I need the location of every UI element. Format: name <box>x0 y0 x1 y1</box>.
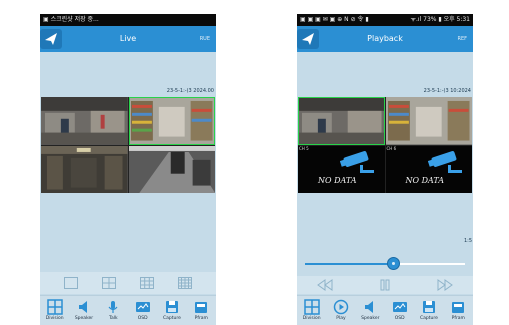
capture-button[interactable]: Capture <box>157 296 186 325</box>
camera-feed-1 <box>41 97 128 145</box>
app-header: Live RUE <box>40 26 216 52</box>
side-label: 1:5 <box>463 238 472 244</box>
app-header: Playback REF <box>297 26 473 52</box>
playback-screen: ▣ ▣ ▣ ✉ ▣ ⊕ N ⊘ 令 ▮ ᯤ.ıl 73% ▮ 오후 5:31 P… <box>297 14 473 325</box>
video-tile-4[interactable] <box>128 145 215 193</box>
page-title: Playback <box>367 34 403 43</box>
osd-icon <box>392 302 407 312</box>
microphone-icon <box>108 301 118 313</box>
speaker-icon <box>78 301 87 313</box>
layout-4-icon[interactable] <box>102 277 116 289</box>
speaker-icon <box>365 301 374 313</box>
play-label: Play <box>336 316 346 321</box>
video-tile-2[interactable] <box>385 97 472 145</box>
playback-controls <box>297 276 473 294</box>
bottom-toolbar: Division Speaker Talk OSD Capture Pfram <box>40 295 216 325</box>
timestamp: 23-5-1:-(3 2024.00 <box>166 88 214 94</box>
status-bar-icons: ▣ ▣ ▣ ✉ ▣ ⊕ N ⊘ 令 ▮ <box>300 16 369 23</box>
slider-thumb[interactable] <box>387 257 400 270</box>
osd-label: OSD <box>137 316 148 321</box>
cctv-camera-icon <box>340 150 374 173</box>
division-button[interactable]: Division <box>40 296 69 325</box>
video-tile-2[interactable] <box>128 97 215 145</box>
forward-icon[interactable] <box>435 278 455 292</box>
video-tile-3-no-data[interactable]: CH 5 NO DATA <box>298 145 385 193</box>
division-label: Division <box>45 316 64 321</box>
record-icon <box>452 302 465 313</box>
status-bar-clock: ᯤ.ıl 73% ▮ 오후 5:31 <box>410 16 471 23</box>
no-data-text: NO DATA <box>405 175 445 185</box>
layout-16-icon[interactable] <box>178 277 192 289</box>
osd-label: OSD <box>394 316 405 321</box>
speaker-label: Speaker <box>74 316 94 321</box>
camera-feed-1 <box>298 97 385 145</box>
status-bar: ▣ 스크린샷 저장 중... <box>40 14 216 26</box>
division-button[interactable]: Division <box>297 296 326 325</box>
pfram-button[interactable]: Pfram <box>444 296 473 325</box>
talk-button[interactable]: Talk <box>99 296 128 325</box>
pfram-button[interactable]: Pfram <box>187 296 216 325</box>
camera-feed-3 <box>41 145 128 193</box>
rewind-icon[interactable] <box>315 278 335 292</box>
camera-feed-2 <box>128 97 215 145</box>
slider-fill <box>305 263 393 265</box>
video-area: 23-5-1:-(3 10:2024 CH 5 NO DATA CH 6 NO … <box>297 52 473 244</box>
division-icon <box>303 299 320 315</box>
channel-label: CH 6 <box>386 145 397 151</box>
page-title: Live <box>119 34 137 43</box>
status-bar: ▣ ▣ ▣ ✉ ▣ ⊕ N ⊘ 令 ▮ ᯤ.ıl 73% ▮ 오후 5:31 <box>297 14 473 26</box>
no-data-text: NO DATA <box>317 175 357 185</box>
channel-label: CH 5 <box>299 145 309 151</box>
record-icon <box>195 302 208 313</box>
play-button[interactable]: Play <box>326 296 355 325</box>
layout-9-icon[interactable] <box>140 277 154 289</box>
pause-icon[interactable] <box>375 278 395 292</box>
playback-slider[interactable] <box>297 250 473 278</box>
header-right-label[interactable]: REF <box>457 26 467 52</box>
header-right-label[interactable]: RUE <box>200 26 210 52</box>
cctv-camera-icon <box>427 150 462 173</box>
floppy-save-icon <box>165 301 178 313</box>
floppy-save-icon <box>422 301 435 313</box>
speaker-button[interactable]: Speaker <box>69 296 98 325</box>
capture-label: Capture <box>163 316 181 321</box>
camera-feed-4 <box>128 145 215 193</box>
video-tile-1[interactable] <box>298 97 385 145</box>
osd-icon <box>135 302 150 312</box>
speaker-label: Speaker <box>361 316 380 321</box>
layout-1-icon[interactable] <box>64 277 78 289</box>
video-area: 23-5-1:-(3 2024.00 <box>40 52 216 232</box>
camera-feed-2 <box>385 97 472 145</box>
video-tile-4-no-data[interactable]: CH 6 NO DATA <box>385 145 472 193</box>
video-grid <box>41 97 215 193</box>
speaker-button[interactable]: Speaker <box>356 296 385 325</box>
status-bar-notification: ▣ 스크린샷 저장 중... <box>43 16 99 23</box>
osd-button[interactable]: OSD <box>128 296 157 325</box>
capture-button[interactable]: Capture <box>414 296 443 325</box>
layout-bar <box>40 272 216 294</box>
pfram-label: Pfram <box>194 316 208 321</box>
video-tile-1[interactable] <box>41 97 128 145</box>
division-label: Division <box>302 316 321 321</box>
play-circle-icon <box>333 299 349 315</box>
live-screen: ▣ 스크린샷 저장 중... Live RUE 23-5-1:-(3 2024.… <box>40 14 216 325</box>
bottom-toolbar: Division Play Speaker OSD Capture Pfram <box>297 295 473 325</box>
video-grid: CH 5 NO DATA CH 6 NO DATA <box>298 97 472 193</box>
timestamp: 23-5-1:-(3 10:2024 <box>423 88 471 94</box>
capture-label: Capture <box>420 316 438 321</box>
video-tile-3[interactable] <box>41 145 128 193</box>
talk-label: Talk <box>109 316 118 321</box>
osd-button[interactable]: OSD <box>385 296 414 325</box>
division-icon <box>46 299 63 315</box>
pfram-label: Pfram <box>451 316 465 321</box>
